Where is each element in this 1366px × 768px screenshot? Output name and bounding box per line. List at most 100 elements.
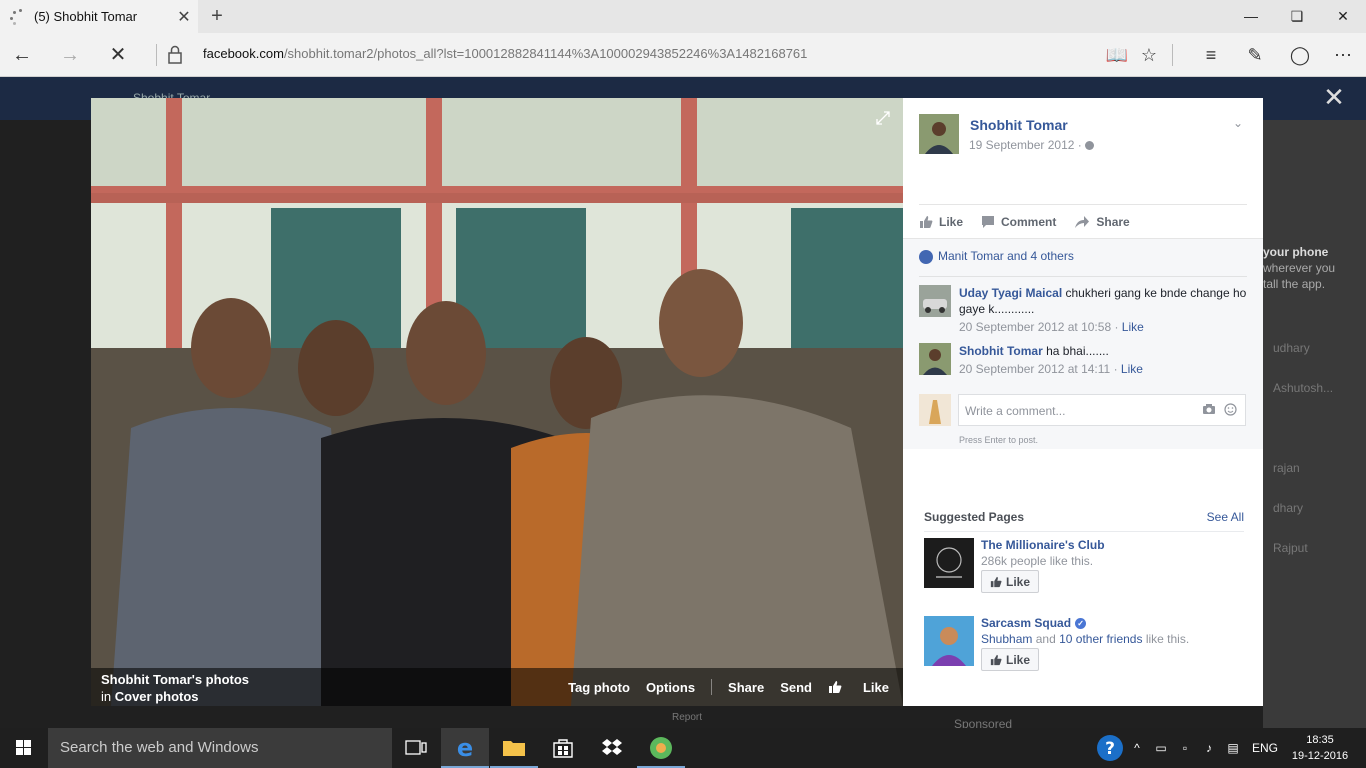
svg-text:?: ?: [1105, 739, 1115, 759]
suggested-page-likes: 286k people like this.: [981, 554, 1094, 568]
restore-icon[interactable]: ❏: [1274, 0, 1320, 33]
comment-item: Uday Tyagi Maical chukheri gang ke bnde …: [919, 285, 1247, 335]
comment-meta: 20 September 2012 at 10:58 · Like: [959, 320, 1144, 334]
network-icon[interactable]: ▫: [1174, 728, 1196, 768]
stop-loading-icon[interactable]: ✕: [102, 40, 134, 70]
suggested-page-name[interactable]: The Millionaire's Club: [981, 538, 1105, 552]
app-icon[interactable]: [637, 728, 685, 768]
current-user-avatar: [919, 394, 951, 426]
suggested-page-item: The Millionaire's Club 286k people like …: [924, 538, 1244, 594]
reading-view-icon[interactable]: 📖: [1101, 40, 1133, 70]
bg-name: dhary: [1273, 501, 1304, 515]
taskbar-search-box[interactable]: Search the web and Windows: [48, 728, 392, 768]
action-center-icon[interactable]: ▤: [1222, 728, 1244, 768]
bg-wherever: wherever you: [1263, 261, 1336, 275]
commenter-name[interactable]: Shobhit Tomar: [959, 344, 1043, 358]
back-icon[interactable]: ←: [6, 40, 38, 70]
expand-icon[interactable]: [875, 110, 891, 126]
suggested-pages-title: Suggested Pages: [924, 510, 1025, 524]
windows-start-icon[interactable]: [0, 728, 48, 768]
suggested-page-name[interactable]: Sarcasm Squad ✓: [981, 616, 1087, 630]
like-page-button[interactable]: Like: [981, 648, 1040, 671]
like-photo-button[interactable]: Like: [828, 680, 889, 695]
close-tab-icon[interactable]: ✕: [170, 7, 198, 27]
url-domain: facebook.com: [203, 46, 284, 61]
see-all-link[interactable]: See All: [1207, 510, 1244, 524]
more-icon[interactable]: ⋯: [1327, 40, 1359, 70]
like-post-button[interactable]: Like: [919, 215, 963, 229]
close-window-icon[interactable]: ✕: [1320, 0, 1366, 33]
clock-date: 19-12-2016: [1291, 750, 1349, 762]
browser-tab[interactable]: (5) Shobhit Tomar ✕: [0, 0, 198, 33]
tag-photo-button[interactable]: Tag photo: [568, 680, 630, 695]
edge-browser-icon[interactable]: e: [441, 728, 489, 768]
owner-photos-link[interactable]: Shobhit Tomar's photos: [101, 671, 249, 688]
battery-icon[interactable]: ▭: [1150, 728, 1172, 768]
emoji-icon[interactable]: [1224, 403, 1237, 416]
close-photo-viewer-icon[interactable]: ✕: [1320, 83, 1348, 111]
file-explorer-icon[interactable]: [490, 728, 538, 768]
chevron-down-icon[interactable]: ⌄: [1233, 116, 1243, 130]
volume-icon[interactable]: ♪: [1198, 728, 1220, 768]
other-friends-link[interactable]: 10 other friends: [1059, 632, 1142, 646]
author-avatar[interactable]: [919, 114, 959, 154]
suggested-page-item: Sarcasm Squad ✓ Shubham and 10 other frie…: [924, 616, 1244, 672]
press-enter-hint: Press Enter to post.: [959, 435, 1039, 445]
post-author[interactable]: Shobhit Tomar: [970, 117, 1068, 133]
hub-icon[interactable]: ≡: [1195, 40, 1227, 70]
commenter-name[interactable]: Uday Tyagi Maical: [959, 286, 1062, 300]
store-icon[interactable]: [539, 728, 587, 768]
lock-icon: [168, 45, 182, 64]
friend-link[interactable]: Shubham: [981, 632, 1032, 646]
taskbar-clock[interactable]: 18:35 19-12-2016: [1290, 732, 1350, 764]
loading-spinner-icon: [8, 8, 26, 26]
web-note-icon[interactable]: ✎: [1239, 40, 1271, 70]
photo-actions: Tag photo Options Share Send Like: [552, 679, 889, 695]
options-button[interactable]: Options: [646, 680, 695, 695]
send-button[interactable]: Send: [780, 680, 812, 695]
share-post-button[interactable]: Share: [1074, 214, 1130, 229]
photo-viewer-image[interactable]: Shobhit Tomar's photos in Cover photos T…: [91, 98, 903, 706]
comment-text: ha bhai.......: [1046, 344, 1109, 358]
sarcasm-squad-logo[interactable]: [924, 616, 974, 666]
photo-caption: Shobhit Tomar's photos in Cover photos: [101, 671, 249, 705]
share-post-label: Share: [1096, 214, 1130, 229]
comment-like-link[interactable]: Like: [1121, 362, 1143, 376]
url-field[interactable]: facebook.com/shobhit.tomar2/photos_all?l…: [203, 46, 807, 61]
comment-icon: [982, 215, 995, 228]
millionaires-club-logo[interactable]: [924, 538, 974, 588]
friends-suffix: like this.: [1145, 632, 1190, 646]
minimize-icon[interactable]: —: [1228, 0, 1274, 33]
help-icon[interactable]: ?: [1094, 728, 1126, 768]
bg-report: Report: [672, 712, 703, 723]
favorite-star-icon[interactable]: ☆: [1133, 40, 1165, 70]
show-hidden-icons-icon[interactable]: ^: [1128, 728, 1146, 768]
dropbox-icon[interactable]: [588, 728, 636, 768]
share-icon[interactable]: ◯: [1284, 40, 1316, 70]
album-link[interactable]: Cover photos: [115, 689, 199, 704]
likes-link[interactable]: Manit Tomar and 4 others: [938, 249, 1074, 263]
comment-like-link[interactable]: Like: [1122, 320, 1144, 334]
windows-taskbar: Search the web and Windows e ? ^ ▭ ▫ ♪ ▤…: [0, 728, 1366, 768]
browser-tab-bar: (5) Shobhit Tomar ✕ + — ❏ ✕: [0, 0, 1366, 33]
share-photo-button[interactable]: Share: [728, 680, 764, 695]
comment-time[interactable]: 20 September 2012 at 14:11: [959, 362, 1110, 376]
post-date[interactable]: 19 September 2012 ·: [969, 138, 1095, 152]
thumbs-up-icon: [990, 576, 1002, 587]
commenter-avatar[interactable]: [919, 343, 951, 375]
like-reaction-icon: [919, 250, 933, 264]
comment-time[interactable]: 20 September 2012 at 10:58: [959, 320, 1111, 334]
forward-icon[interactable]: →: [54, 40, 86, 70]
comment-button[interactable]: Comment: [981, 215, 1056, 229]
comment-input[interactable]: Write a comment...: [958, 394, 1246, 426]
bg-your-phone: your phone: [1263, 245, 1329, 259]
bg-name: Rajput: [1273, 541, 1308, 555]
task-view-icon[interactable]: [392, 728, 440, 768]
like-page-button[interactable]: Like: [981, 570, 1040, 593]
new-tab-icon[interactable]: +: [205, 4, 229, 28]
language-indicator[interactable]: ENG: [1250, 728, 1280, 768]
clock-time: 18:35: [1306, 734, 1334, 746]
camera-icon[interactable]: [1202, 403, 1216, 415]
thumbs-up-icon: [828, 681, 842, 693]
commenter-avatar[interactable]: [919, 285, 951, 317]
